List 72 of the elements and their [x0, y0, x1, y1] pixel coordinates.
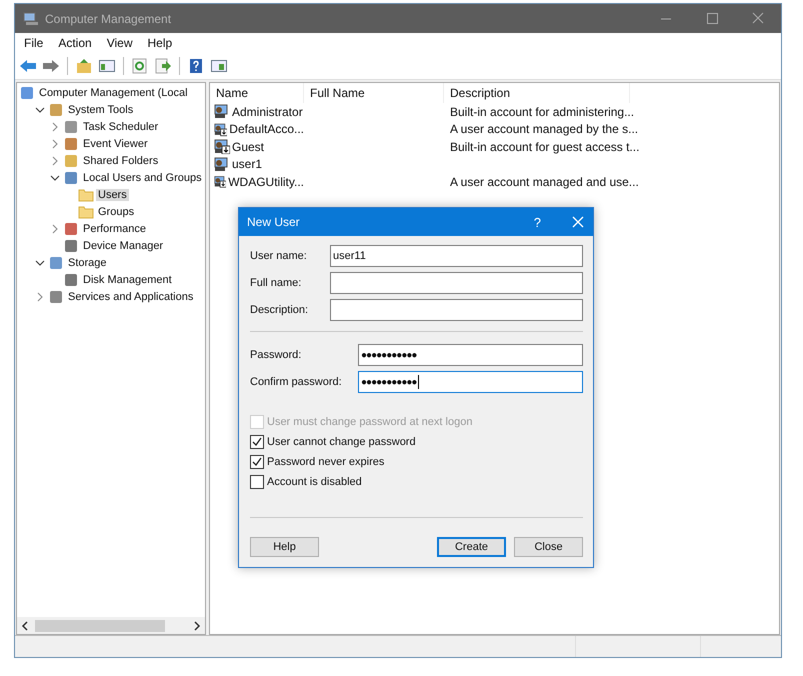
password-field[interactable]: ●●●●●●●●●●●	[358, 371, 583, 393]
checkbox-label: Account is disabled	[267, 476, 362, 488]
tree-item[interactable]: Task Scheduler	[81, 120, 160, 132]
folder-icon	[78, 188, 94, 202]
console-node-icon	[48, 256, 64, 270]
console-node-icon	[63, 272, 79, 286]
pane-icon[interactable]	[210, 58, 228, 74]
tree-item[interactable]: Performance	[81, 222, 148, 234]
console-node-icon	[63, 222, 79, 236]
description: A user account managed and use...	[450, 174, 639, 189]
help-button[interactable]: ?	[534, 214, 541, 230]
tree-item[interactable]: System Tools	[66, 104, 136, 116]
window-title: Computer Management	[45, 12, 172, 26]
refresh-icon[interactable]	[131, 58, 149, 74]
tree-item[interactable]: Shared Folders	[81, 154, 160, 166]
export-icon[interactable]	[154, 58, 172, 74]
menu-item[interactable]: Help	[140, 36, 180, 50]
computer-icon	[23, 12, 39, 26]
column-header[interactable]: Full Name	[304, 83, 444, 103]
checkbox-label: User cannot change password	[267, 436, 416, 448]
checkbox[interactable]	[250, 455, 264, 469]
field-label: User name:	[250, 250, 308, 262]
tree-item[interactable]: Device Manager	[81, 240, 166, 252]
tree-item[interactable]: Event Viewer	[81, 138, 150, 150]
dialog-button[interactable]: Help	[250, 537, 319, 557]
console-node-icon	[63, 154, 79, 168]
input-field[interactable]: user11	[330, 245, 583, 267]
user-name[interactable]: Administrator	[232, 104, 303, 119]
back-arrow-icon[interactable]	[19, 58, 37, 74]
horizontal-scrollbar[interactable]	[17, 617, 205, 634]
password-field[interactable]: ●●●●●●●●●●●	[358, 344, 583, 366]
checkbox[interactable]	[250, 435, 264, 449]
description: Built-in account for guest access t...	[450, 140, 640, 154]
description: Built-in account for administering...	[450, 104, 634, 119]
column-header[interactable]: Description	[444, 83, 630, 103]
tree-item[interactable]: Disk Management	[81, 274, 174, 286]
checkbox[interactable]	[250, 475, 264, 489]
input-field[interactable]	[330, 272, 583, 294]
tree-item[interactable]: Services and Applications	[66, 290, 196, 302]
field-label: Full name:	[250, 277, 302, 289]
field-label: Confirm password:	[250, 376, 343, 388]
console-node-icon	[19, 86, 35, 100]
tree-item[interactable]: Users	[96, 188, 129, 200]
console-node-icon	[48, 102, 64, 116]
description: A user account managed by the s...	[450, 122, 638, 136]
user-name[interactable]: user1	[232, 157, 262, 172]
input-field[interactable]	[330, 299, 583, 321]
folder-up-icon[interactable]	[75, 58, 93, 74]
column-header[interactable]: Name	[210, 83, 304, 103]
dialog-button[interactable]: Create	[437, 537, 506, 557]
dialog-title: New User	[247, 215, 300, 229]
tree-item[interactable]: Computer Management (Local	[37, 86, 190, 98]
console-node-icon	[48, 290, 64, 304]
console-node-icon	[63, 238, 79, 252]
field-label: Description:	[250, 304, 310, 316]
folder-icon	[78, 204, 94, 218]
console-node-icon	[63, 170, 79, 184]
menu-item[interactable]: Action	[51, 36, 100, 50]
tree-item[interactable]: Local Users and Groups	[81, 172, 204, 184]
pane-icon[interactable]	[98, 58, 116, 74]
console-node-icon	[63, 136, 79, 150]
tree-item[interactable]: Groups	[96, 206, 136, 218]
help-icon[interactable]	[187, 58, 205, 74]
console-node-icon	[63, 120, 79, 134]
checkbox-label: User must change password at next logon	[267, 416, 472, 428]
tree-item[interactable]: Storage	[66, 256, 109, 268]
dialog-button[interactable]: Close	[514, 537, 583, 557]
field-label: Password:	[250, 349, 302, 361]
checkbox-label: Password never expires	[267, 456, 384, 468]
forward-arrow-icon[interactable]	[42, 58, 60, 74]
menu-item[interactable]: View	[100, 36, 140, 50]
menu-item[interactable]: File	[17, 36, 52, 50]
